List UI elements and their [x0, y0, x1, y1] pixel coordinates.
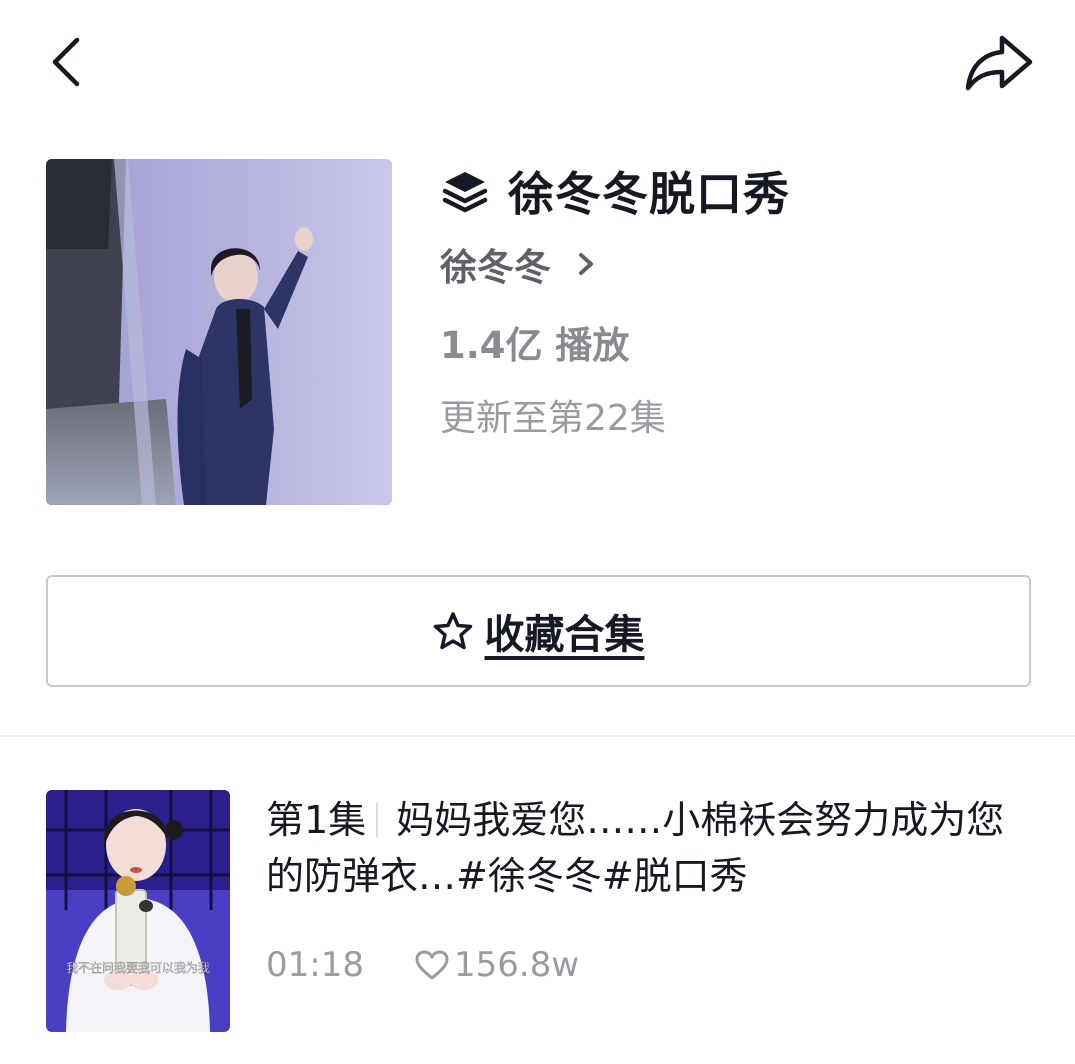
share-arrow-icon [965, 35, 1033, 91]
star-outline-icon [433, 612, 472, 650]
play-count: 1.4亿 播放 [440, 324, 630, 367]
collect-label: 收藏合集 [484, 612, 645, 658]
top-bar [0, 0, 1075, 130]
heart-icon [415, 950, 449, 980]
episode-number: 第1集 [266, 798, 367, 842]
chevron-left-icon [52, 37, 80, 87]
episode-likes: 156.8w [453, 945, 580, 985]
back-button[interactable] [44, 32, 94, 92]
collection-cover-image[interactable] [46, 159, 392, 505]
author-name: 徐冬冬 [440, 246, 551, 289]
episode-thumbnail-image: 我不在问我要我可以我为我 [46, 790, 230, 1032]
chevron-right-icon [579, 253, 593, 275]
collection-title: 徐冬冬脱口秀 [508, 167, 790, 221]
episode-title: 第1集 妈妈我爱您……小棉袄会努力成为您的防弹衣…#徐冬冬#脱口秀 [266, 792, 1036, 904]
collection-header: 徐冬冬脱口秀 徐冬冬 1.4亿 播放 更新至第22集 [46, 159, 1036, 505]
layers-icon [442, 172, 488, 213]
divider [0, 735, 1075, 737]
episode-thumbnail[interactable]: 我不在问我要我可以我为我 [46, 790, 230, 1032]
collect-collection-button[interactable]: 收藏合集 [46, 575, 1031, 687]
author-link[interactable]: 徐冬冬 [440, 239, 597, 289]
thumbnail-subtitle: 我不在问我要我可以我为我 [66, 961, 210, 975]
update-status: 更新至第22集 [440, 398, 666, 439]
episode-list-item[interactable]: 我不在问我要我可以我为我 第1集 妈妈我爱您……小棉袄会努力成为您的防弹衣…#徐冬… [46, 790, 1036, 1034]
separator [376, 803, 379, 837]
title-row: 徐冬冬脱口秀 [440, 161, 790, 221]
episode-meta: 01:18 156.8w [266, 940, 579, 990]
episode-duration: 01:18 [266, 945, 364, 985]
collection-info: 徐冬冬脱口秀 徐冬冬 1.4亿 播放 更新至第22集 [440, 159, 1036, 505]
cover-photo [46, 159, 392, 505]
share-button[interactable] [958, 30, 1038, 94]
